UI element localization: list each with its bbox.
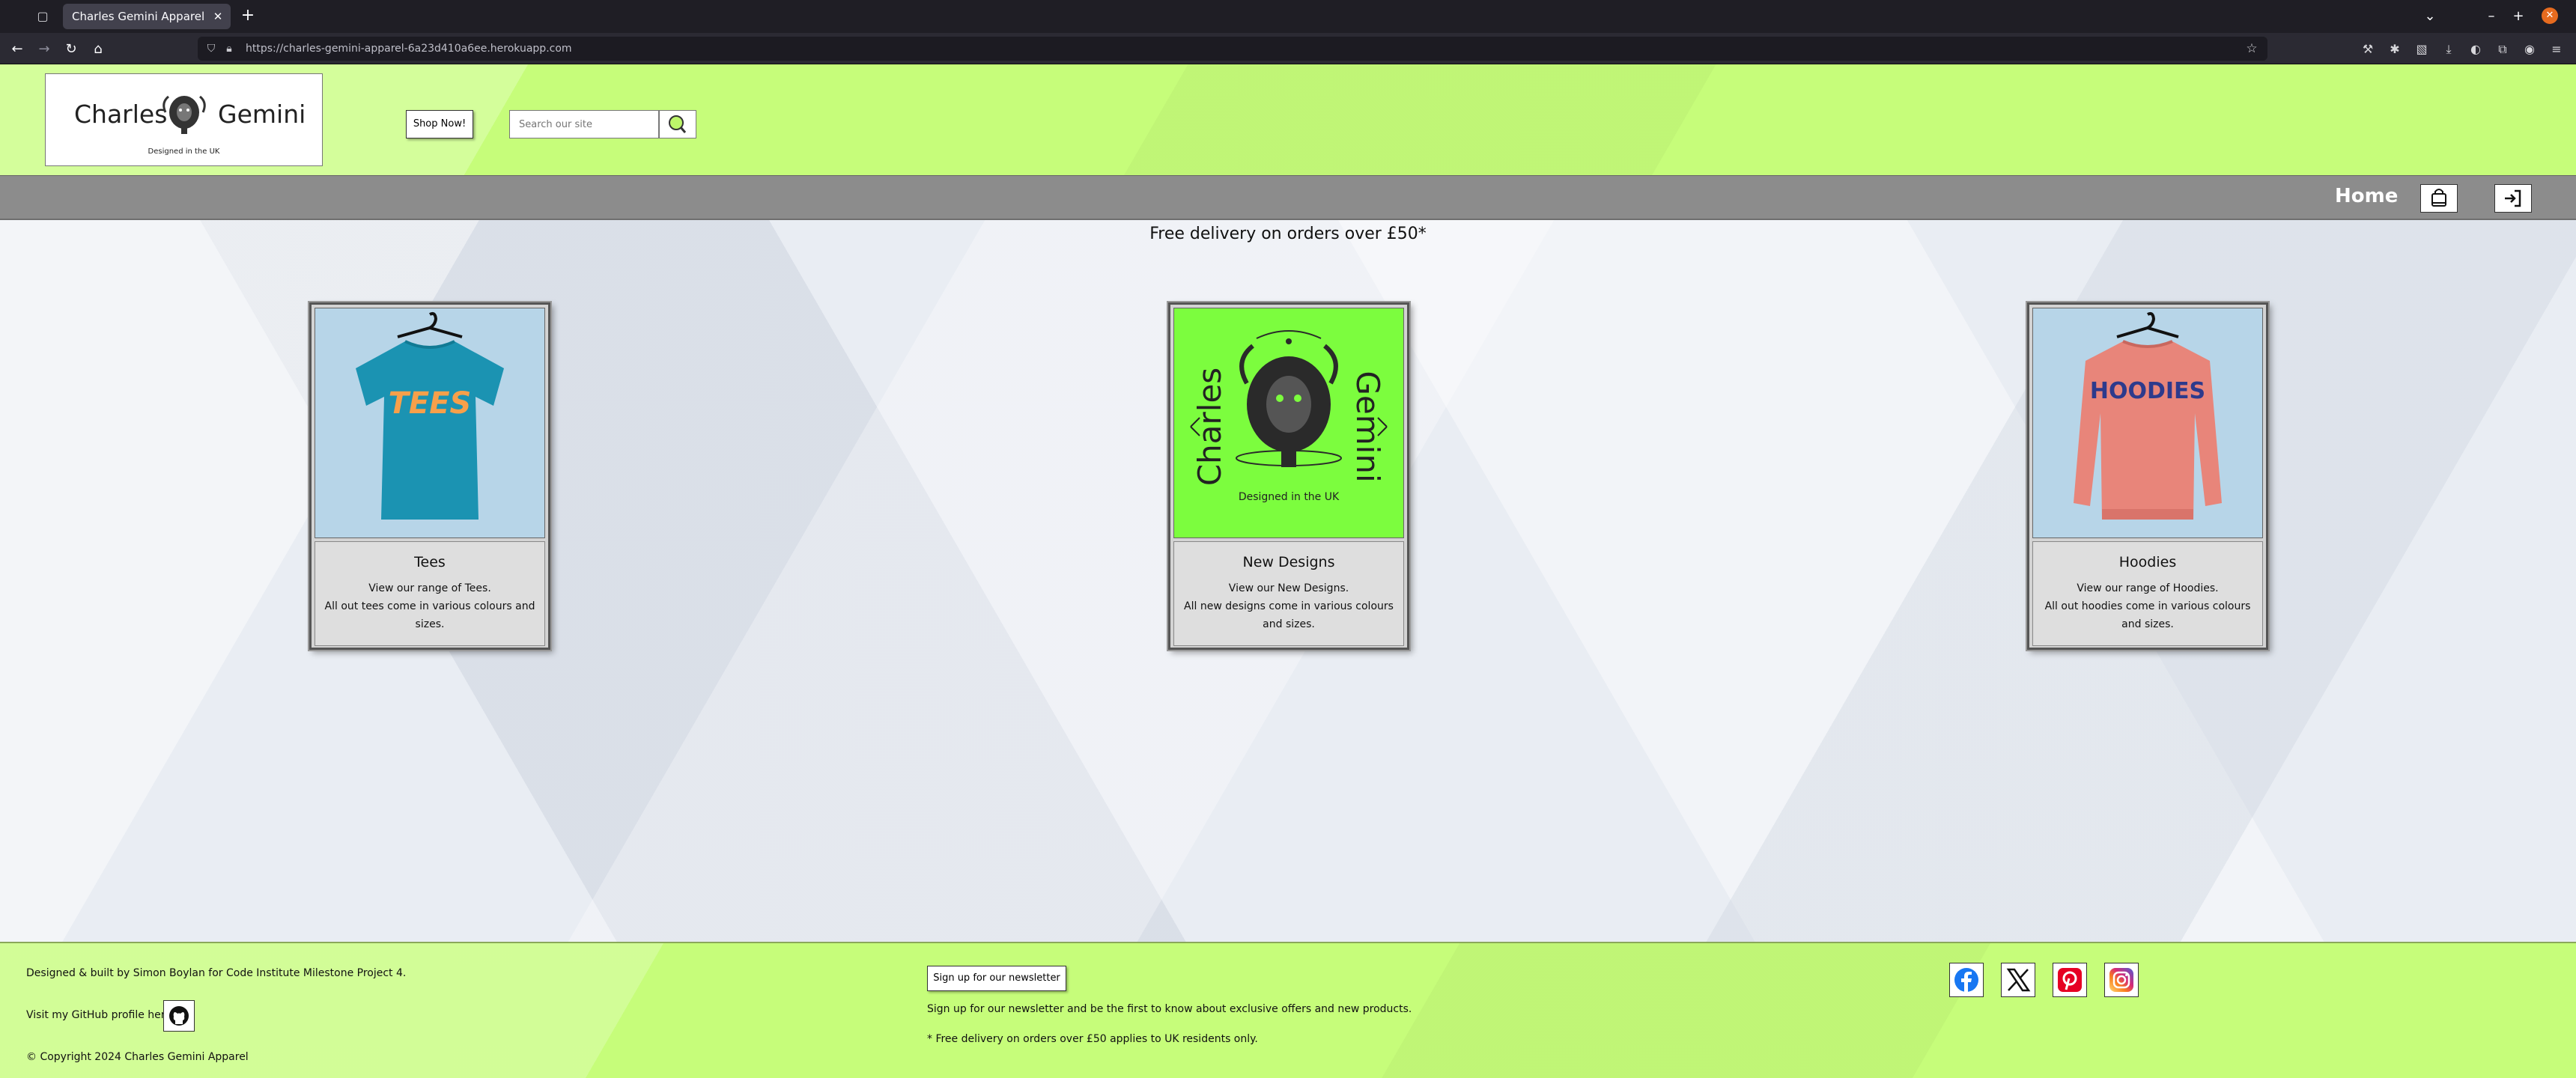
newsletter-signup-button[interactable]: Sign up for our newsletter — [927, 966, 1066, 991]
github-label: Visit my GitHub profile here: — [26, 1009, 175, 1021]
menu-icon[interactable]: ≡ — [2548, 40, 2566, 58]
addon-icon[interactable]: ◐ — [2467, 40, 2485, 58]
bookmark-star-icon[interactable]: ☆ — [2244, 40, 2260, 57]
profile-icon[interactable]: ◉ — [2521, 40, 2539, 58]
sign-in-icon — [2505, 189, 2521, 207]
card-desc-line: All new designs come in various colours … — [1184, 600, 1394, 630]
maximize-icon[interactable]: + — [2509, 7, 2528, 25]
card-desc-line: View our New Designs. — [1228, 582, 1349, 594]
facebook-icon — [1954, 968, 1978, 992]
screenshot-icon[interactable]: ▧ — [2413, 40, 2431, 58]
shop-now-button[interactable]: Shop Now! — [406, 110, 473, 138]
tools-icon[interactable]: ⚒ — [2359, 40, 2377, 58]
main-nav: Home — [0, 175, 2576, 220]
tab-title: Charles Gemini Apparel — [72, 10, 205, 23]
category-card-hoodies[interactable]: HOODIES Hoodies View our range of Hoodie… — [2027, 302, 2268, 650]
logo-text-right: Gemini — [218, 100, 306, 129]
free-delivery-banner: Free delivery on orders over £50* — [1149, 225, 1427, 243]
card-desc-line: View our range of Tees. — [368, 582, 491, 594]
footer-credit: Designed & built by Simon Boylan for Cod… — [26, 967, 407, 979]
search-button[interactable] — [659, 110, 696, 138]
extension-icon[interactable]: ✱ — [2386, 40, 2404, 58]
browser-tab-bar: ▢ Charles Gemini Apparel ✕ + ⌄ – + ✕ — [0, 0, 2576, 33]
window-close-icon[interactable]: ✕ — [2542, 7, 2558, 24]
browser-tab[interactable]: Charles Gemini Apparel ✕ — [63, 4, 231, 29]
hoodies-print-text: HOODIES — [2090, 378, 2205, 404]
reload-icon[interactable]: ↻ — [61, 40, 81, 59]
tees-print-text: TEES — [389, 386, 472, 421]
instagram-icon — [2109, 968, 2133, 992]
shopping-bag-icon — [2431, 189, 2446, 207]
card-title-tees[interactable]: Tees — [315, 554, 544, 570]
back-icon[interactable]: ← — [7, 40, 27, 59]
shopping-bag-button[interactable] — [2420, 184, 2458, 213]
newsletter-text: Sign up for our newsletter and be the fi… — [927, 1003, 1412, 1015]
delivery-note: * Free delivery on orders over £50 appli… — [927, 1033, 1258, 1045]
category-card-tees[interactable]: TEES Tees View our range of Tees. All ou… — [309, 302, 550, 650]
tees-card-body: Tees View our range of Tees. All out tee… — [315, 541, 545, 646]
x-icon — [2006, 968, 2031, 992]
card-title-hoodies[interactable]: Hoodies — [2033, 554, 2262, 570]
url-text[interactable]: https://charles-gemini-apparel-6a23d410a… — [246, 43, 572, 55]
extensions-icon[interactable]: ⧉ — [2494, 40, 2512, 58]
new-designs-card-body: New Designs View our New Designs. All ne… — [1173, 541, 1404, 646]
login-button[interactable] — [2494, 184, 2532, 213]
instagram-link[interactable] — [2104, 963, 2139, 997]
card-desc-line: All out hoodies come in various colours … — [2044, 600, 2251, 630]
tees-image[interactable]: TEES — [315, 308, 545, 538]
github-link[interactable] — [163, 1000, 195, 1032]
x-twitter-link[interactable] — [2001, 963, 2035, 997]
site-header: Charles Gemini Designed in the UK Shop N… — [0, 64, 2576, 175]
logo-tagline: Designed in the UK — [148, 147, 220, 156]
tab-overflow-icon[interactable]: ⌄ — [2420, 7, 2440, 25]
address-bar[interactable]: ⛉ 🔒︎ https://charles-gemini-apparel-6a23… — [198, 37, 2267, 61]
logo-text-left: Charles — [74, 100, 168, 129]
minimize-icon[interactable]: – — [2482, 7, 2501, 25]
search-icon — [669, 115, 687, 133]
hoodies-image[interactable]: HOODIES — [2032, 308, 2263, 538]
site-footer: Designed & built by Simon Boylan for Cod… — [0, 942, 2576, 1078]
facebook-link[interactable] — [1949, 963, 1984, 997]
forward-icon[interactable]: → — [34, 40, 54, 59]
emblem-text-right: Gemini — [1349, 371, 1386, 482]
card-description-tees: View our range of Tees. All out tees com… — [323, 579, 537, 633]
pinterest-icon — [2058, 968, 2082, 992]
new-tab-icon[interactable]: + — [238, 7, 258, 26]
new-designs-image[interactable]: Charles Gemini Designed in the UK — [1173, 308, 1404, 538]
lion-emblem-icon — [162, 95, 206, 134]
github-icon — [169, 1006, 189, 1026]
charles-gemini-emblem: Charles Gemini Designed in the UK — [1190, 330, 1388, 503]
nav-home-link[interactable]: Home — [2335, 185, 2398, 207]
tab-list-icon[interactable]: ▢ — [34, 8, 51, 25]
shield-icon[interactable]: ⛉ — [204, 41, 219, 56]
home-icon[interactable]: ⌂ — [88, 40, 108, 59]
search-input[interactable] — [509, 110, 659, 138]
hoodies-card-body: Hoodies View our range of Hoodies. All o… — [2032, 541, 2263, 646]
footer-copyright: © Copyright 2024 Charles Gemini Apparel — [26, 1051, 249, 1063]
card-desc-line: All out tees come in various colours and… — [324, 600, 535, 630]
site-logo[interactable]: Charles Gemini Designed in the UK — [45, 73, 323, 166]
category-card-new-designs[interactable]: Charles Gemini Designed in the UK New De… — [1168, 302, 1409, 650]
emblem-text-left: Charles — [1191, 368, 1228, 486]
card-description-new-designs: View our New Designs. All new designs co… — [1182, 579, 1396, 633]
page: Charles Gemini Designed in the UK Shop N… — [0, 64, 2576, 1078]
card-desc-line: View our range of Hoodies. — [2077, 582, 2219, 594]
hoodie-illustration: HOODIES — [2074, 311, 2222, 520]
lock-icon[interactable]: 🔒︎ — [222, 41, 237, 56]
tab-close-icon[interactable]: ✕ — [210, 8, 226, 25]
tshirt-illustration: TEES — [356, 311, 504, 520]
pinterest-link[interactable] — [2053, 963, 2087, 997]
emblem-tagline: Designed in the UK — [1239, 491, 1340, 503]
card-description-hoodies: View our range of Hoodies. All out hoodi… — [2041, 579, 2255, 633]
downloads-icon[interactable]: ⤓ — [2440, 40, 2458, 58]
card-title-new-designs[interactable]: New Designs — [1174, 554, 1403, 570]
browser-nav-bar: ← → ↻ ⌂ ⛉ 🔒︎ https://charles-gemini-appa… — [0, 33, 2576, 64]
